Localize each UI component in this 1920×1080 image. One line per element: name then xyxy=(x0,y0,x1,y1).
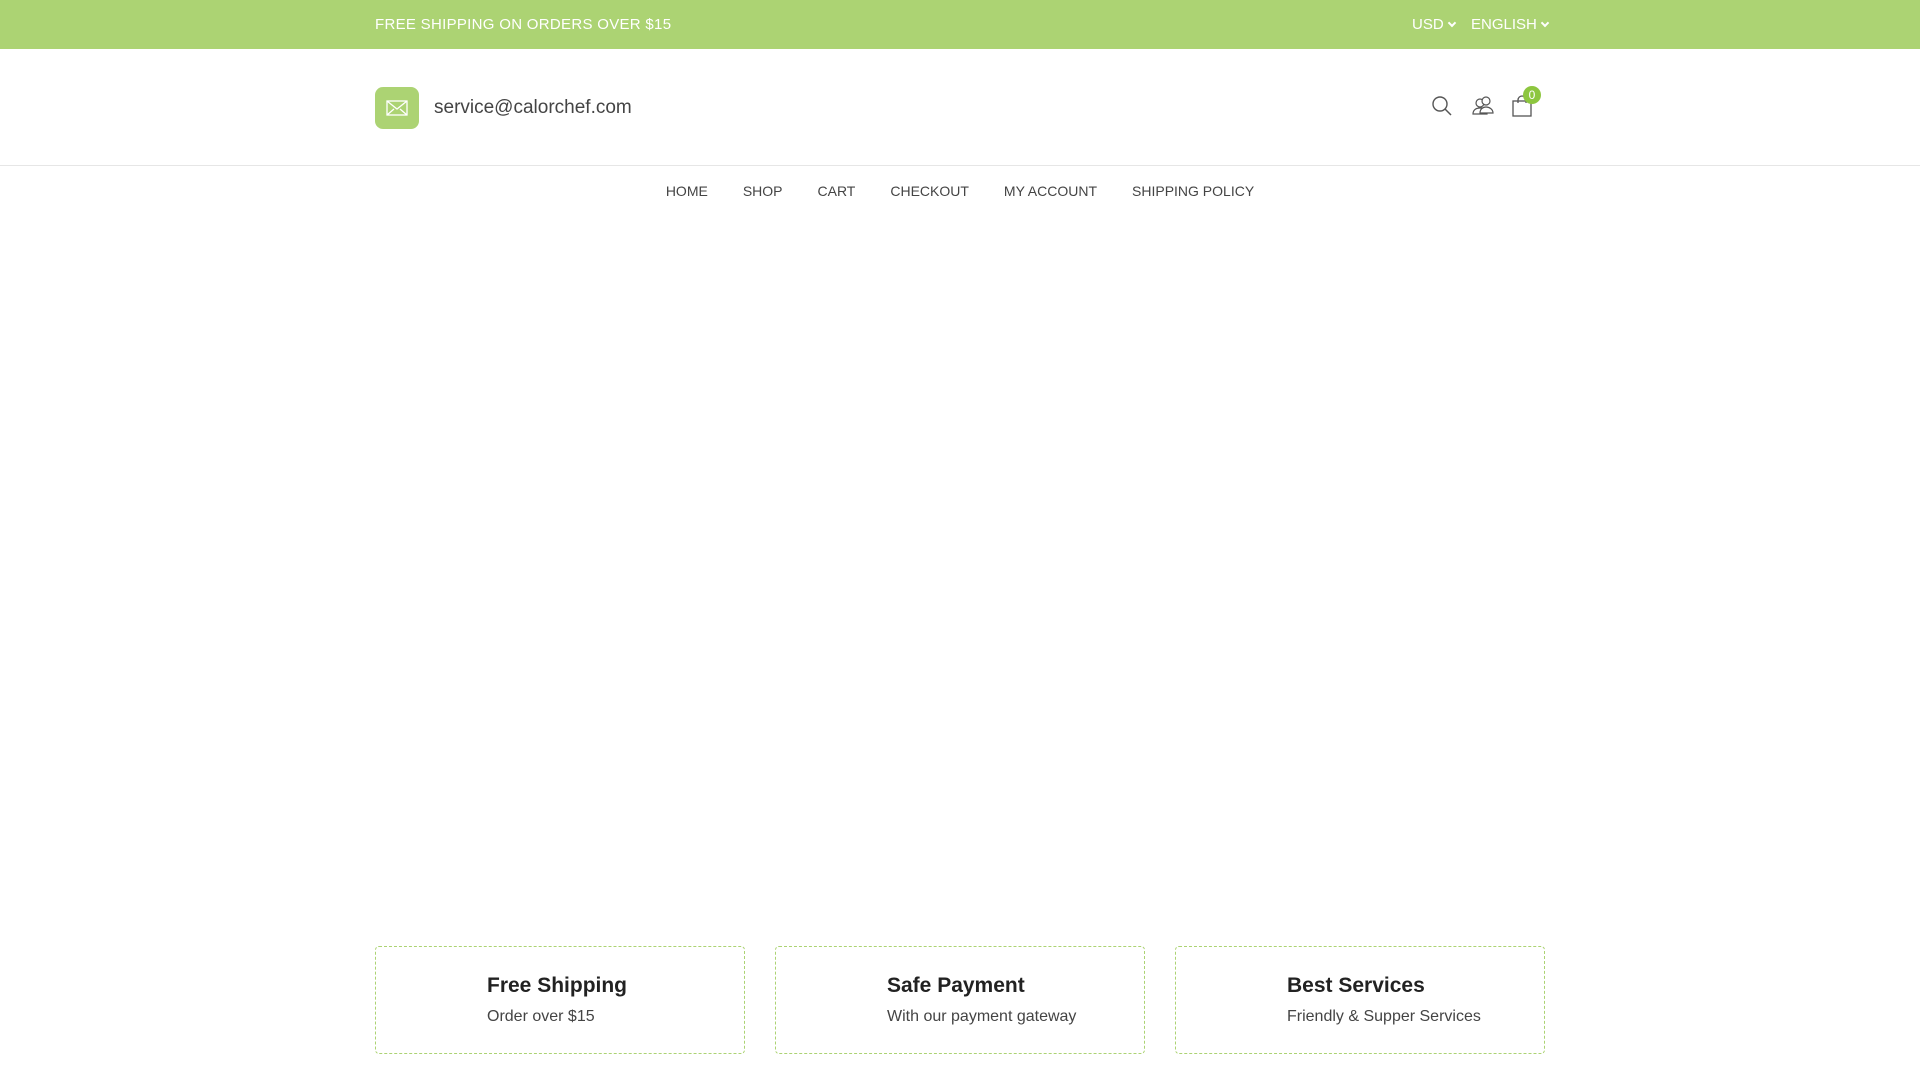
nav-shop[interactable]: SHOP xyxy=(743,183,783,199)
feature-free-shipping: Free Shipping Order over $15 xyxy=(375,946,745,1054)
currency-selector[interactable]: USD xyxy=(1412,16,1456,33)
feature-title: Safe Payment xyxy=(887,974,1025,997)
top-bar: FREE SHIPPING ON ORDERS OVER $15 USD ENG… xyxy=(0,0,1920,49)
nav-my-account[interactable]: MY ACCOUNT xyxy=(1004,183,1097,199)
feature-title: Best Services xyxy=(1287,974,1425,997)
shipping-notice: FREE SHIPPING ON ORDERS OVER $15 xyxy=(375,16,672,33)
chevron-down-icon xyxy=(1540,18,1550,27)
account-icon[interactable] xyxy=(1471,95,1494,117)
mail-icon xyxy=(375,87,419,129)
nav-checkout[interactable]: CHECKOUT xyxy=(890,183,969,199)
email-link[interactable]: service@calorchef.com xyxy=(434,97,632,119)
main-nav: HOME SHOP CART CHECKOUT MY ACCOUNT SHIPP… xyxy=(0,166,1920,199)
feature-subtitle: With our payment gateway xyxy=(887,1008,1077,1025)
nav-home[interactable]: HOME xyxy=(666,183,708,199)
cart-icon[interactable]: 0 xyxy=(1511,86,1541,117)
feature-safe-payment: Safe Payment With our payment gateway xyxy=(775,946,1145,1054)
header: service@calorchef.com 0 xyxy=(0,49,1920,166)
nav-shipping-policy[interactable]: SHIPPING POLICY xyxy=(1132,183,1254,199)
nav-cart[interactable]: CART xyxy=(818,183,856,199)
language-selector[interactable]: ENGLISH xyxy=(1471,16,1550,33)
chevron-down-icon xyxy=(1447,18,1456,27)
features-row: Free Shipping Order over $15 Safe Payment… xyxy=(375,946,1545,1054)
feature-subtitle: Friendly & Supper Services xyxy=(1287,1008,1481,1025)
language-label: ENGLISH xyxy=(1471,16,1537,33)
feature-subtitle: Order over $15 xyxy=(487,1008,595,1025)
feature-title: Free Shipping xyxy=(487,974,628,997)
search-icon[interactable] xyxy=(1431,95,1453,117)
currency-label: USD xyxy=(1412,16,1444,33)
feature-best-services: Best Services Friendly & Supper Services xyxy=(1175,946,1545,1054)
cart-count-badge: 0 xyxy=(1523,86,1541,104)
